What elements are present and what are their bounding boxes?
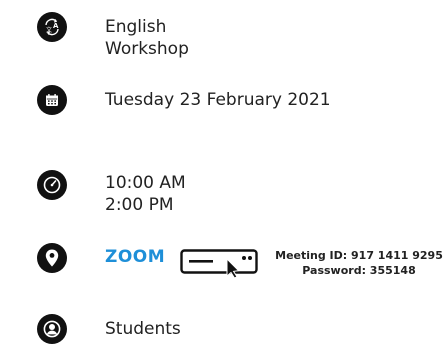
meeting-details: Meeting ID: 917 1411 9295 Password: 3551…: [272, 248, 446, 278]
zoom-link[interactable]: ZOOM: [105, 247, 165, 267]
svg-text:A: A: [53, 22, 59, 30]
target-audience: Students: [105, 319, 181, 339]
meeting-id: Meeting ID: 917 1411 9295: [275, 249, 443, 262]
workshop-date: Tuesday 23 February 2021: [105, 90, 331, 110]
svg-text:文: 文: [46, 26, 52, 34]
start-time: 10:00 AM: [105, 173, 186, 193]
location-pin-icon: [37, 243, 67, 273]
workshop-time: 10:00 AM 2:00 PM: [105, 172, 186, 216]
meeting-password: Password: 355148: [302, 264, 416, 277]
user-icon: [37, 314, 67, 344]
language-line-2: Workshop: [105, 39, 189, 59]
screen-click-icon: [180, 249, 258, 284]
clock-icon: [37, 170, 67, 200]
workshop-language: English Workshop: [105, 16, 189, 60]
end-time: 2:00 PM: [105, 195, 174, 215]
translate-icon: A 文: [37, 12, 67, 42]
calendar-icon: [37, 85, 67, 115]
language-line-1: English: [105, 17, 167, 37]
